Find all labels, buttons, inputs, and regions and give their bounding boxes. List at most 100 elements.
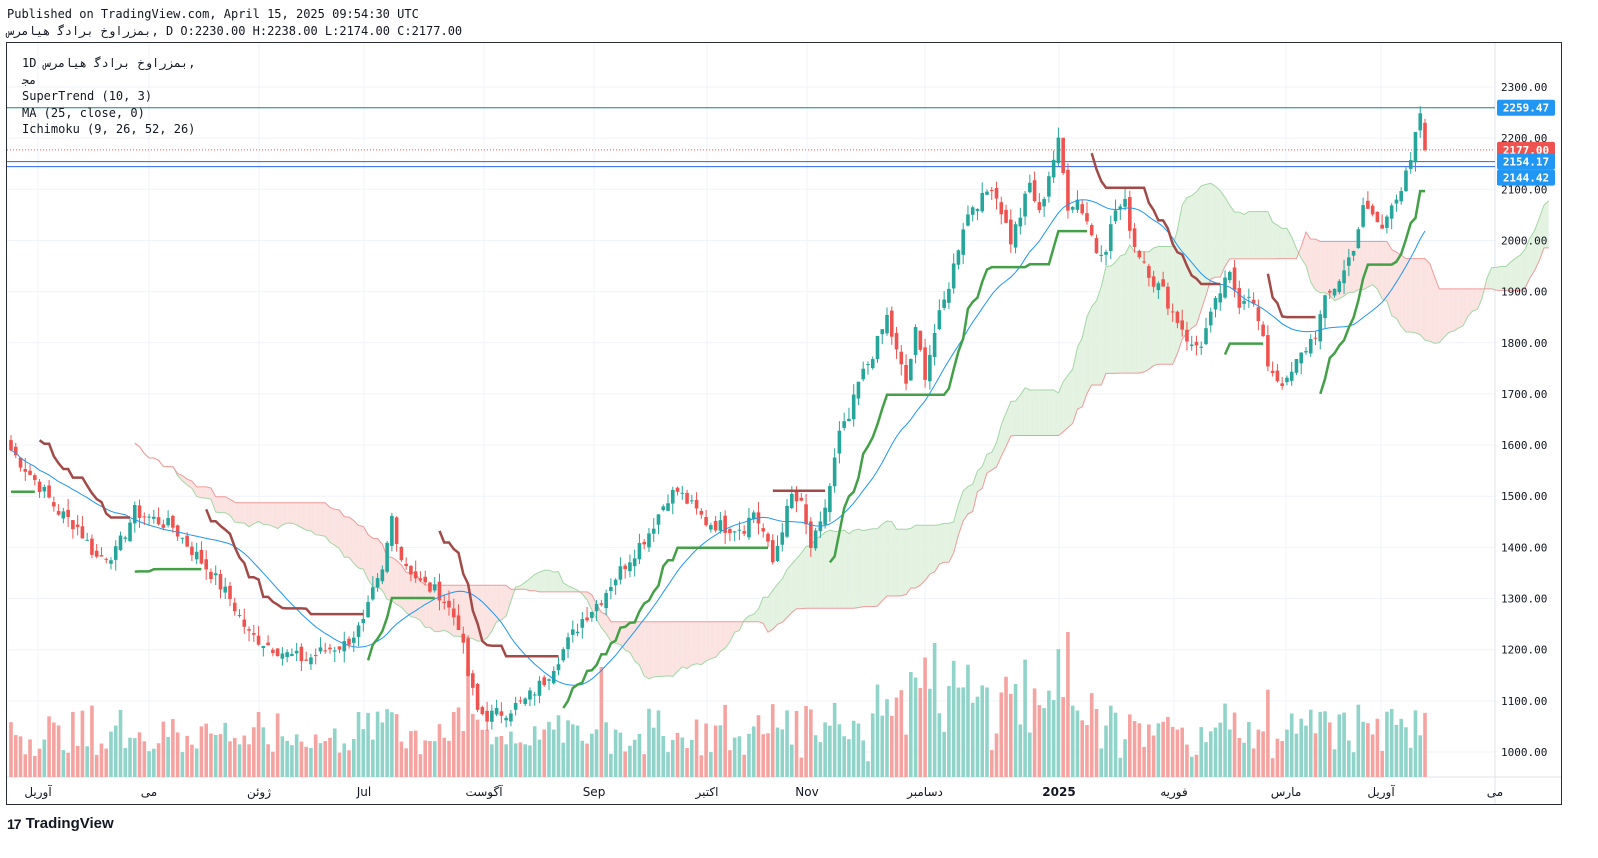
cloud-segment <box>1048 389 1054 436</box>
volume-bar <box>994 733 999 777</box>
candle-body <box>161 524 166 528</box>
cloud-segment <box>215 496 221 513</box>
candle-body <box>1161 279 1165 287</box>
volume-bar <box>813 735 818 777</box>
cloud-segment <box>858 529 864 608</box>
volume-bar <box>323 741 328 777</box>
candle-body <box>1185 329 1189 342</box>
y-tick-label: 1800.00 <box>1501 337 1547 350</box>
volume-bar <box>1299 718 1304 777</box>
volume-bar <box>1289 713 1294 777</box>
candle-body <box>989 190 994 192</box>
candle-body <box>566 637 570 650</box>
cloud-segment <box>1348 241 1354 293</box>
price-badge-label: 2259.47 <box>1503 102 1549 115</box>
volume-bar <box>618 732 623 777</box>
candle-body <box>228 585 232 599</box>
volume-bar <box>380 722 385 777</box>
cloud-segment <box>1229 205 1235 259</box>
candle-body <box>970 207 975 215</box>
legend-ichimoku[interactable]: Ichimoku (9, 26, 52, 26) <box>22 122 195 136</box>
candle-body <box>80 526 85 539</box>
price-chart[interactable]: 1000.00 1100.00 1200.00 1300.00 1400.00 1500.… <box>7 43 1561 804</box>
volume-bar <box>437 724 442 777</box>
volume-bar <box>1118 757 1123 777</box>
candle-body <box>1108 224 1113 252</box>
candle-body <box>209 571 213 579</box>
volume-bar <box>1237 738 1242 777</box>
candle-body <box>666 503 670 511</box>
cloud-segment <box>358 525 364 570</box>
volume-bar <box>294 734 299 777</box>
candle-body <box>404 563 408 567</box>
volume-bar <box>1123 739 1127 777</box>
candle-body <box>961 229 965 255</box>
candle-body <box>599 603 604 605</box>
volume-bar <box>680 737 685 777</box>
candle-body <box>490 710 494 722</box>
cloud-segment <box>839 530 845 609</box>
candle-body <box>1232 267 1237 291</box>
candle-body <box>156 517 161 525</box>
volume-bar <box>1313 733 1318 777</box>
candle-body <box>1304 351 1308 353</box>
candle-body <box>918 330 923 350</box>
cloud-segment <box>706 621 711 662</box>
candle-body <box>137 505 142 518</box>
volume-bar <box>1347 740 1351 777</box>
cloud-segment <box>1248 211 1254 259</box>
candle-body <box>1170 311 1175 313</box>
y-tick-label: 1100.00 <box>1501 695 1547 708</box>
cloud-segment <box>882 520 888 601</box>
cloud-segment <box>1396 252 1402 327</box>
cloud-segment <box>658 621 664 677</box>
cloud-segment <box>691 621 697 665</box>
volume-bar <box>280 736 285 777</box>
cloud-segment <box>906 528 911 595</box>
tradingview-logo: 17 TradingView <box>7 815 114 832</box>
volume-bar <box>699 755 704 777</box>
volume-bar <box>780 729 785 777</box>
cloud-segment <box>829 530 835 609</box>
volume-bar <box>499 736 504 777</box>
cloud-segment <box>1096 286 1102 385</box>
chart-frame[interactable]: 1000.00 1100.00 1200.00 1300.00 1400.00 1500.… <box>6 42 1562 805</box>
legend-supertrend[interactable]: SuperTrend (10, 3) <box>22 89 152 103</box>
legend-ma[interactable]: MA (25, close, 0) <box>22 106 145 120</box>
candle-body <box>190 546 194 555</box>
candle-body <box>823 507 827 525</box>
volume-bar <box>785 710 789 777</box>
candle-body <box>309 657 313 665</box>
candle-body <box>737 529 742 531</box>
cloud-segment <box>1272 222 1278 259</box>
volume-bar <box>747 733 751 777</box>
volume-bar <box>342 743 347 777</box>
volume-bar <box>351 739 356 777</box>
volume-bar <box>71 711 75 777</box>
volume-bar <box>675 732 680 777</box>
candle-body <box>1242 300 1246 304</box>
cloud-segment <box>220 496 226 513</box>
volume-bar <box>713 725 718 777</box>
volume-bar <box>247 744 251 777</box>
candle-body <box>390 515 394 546</box>
candle-body <box>266 642 270 646</box>
cloud-segment <box>944 523 949 563</box>
volume-bar <box>570 724 575 777</box>
volume-bar <box>75 745 80 777</box>
volume-bar <box>704 723 708 777</box>
cloud-segment <box>396 560 402 608</box>
volume-bar <box>147 751 151 777</box>
cloud-segment <box>253 502 259 524</box>
candle-body <box>1404 170 1408 192</box>
cloud-segment <box>1129 245 1135 374</box>
y-tick-label: 1900.00 <box>1501 286 1547 299</box>
cloud-segment <box>1263 211 1268 259</box>
cloud-segment <box>787 563 792 618</box>
candle-body <box>523 698 527 705</box>
volume-bar <box>399 741 404 777</box>
volume-bar <box>1194 754 1199 777</box>
volume-bar <box>1170 726 1175 777</box>
volume-bar <box>551 729 556 777</box>
volume-bar <box>1247 722 1251 777</box>
